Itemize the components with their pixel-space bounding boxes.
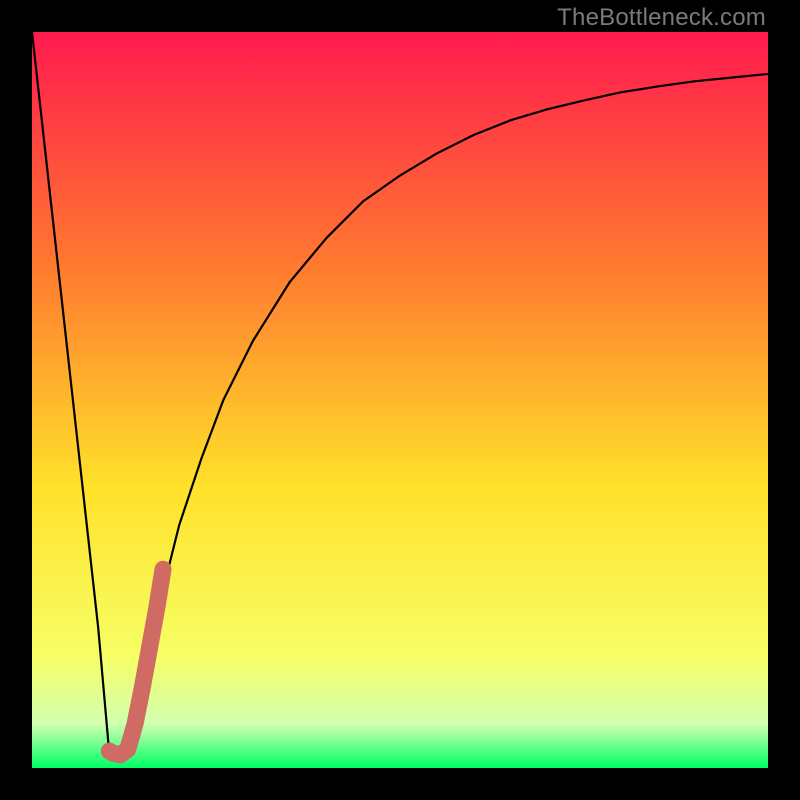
chart-plot xyxy=(32,32,768,768)
frame-bottom xyxy=(0,768,800,800)
frame-left xyxy=(0,0,32,800)
frame-right xyxy=(768,0,800,800)
watermark-text: TheBottleneck.com xyxy=(557,4,766,32)
